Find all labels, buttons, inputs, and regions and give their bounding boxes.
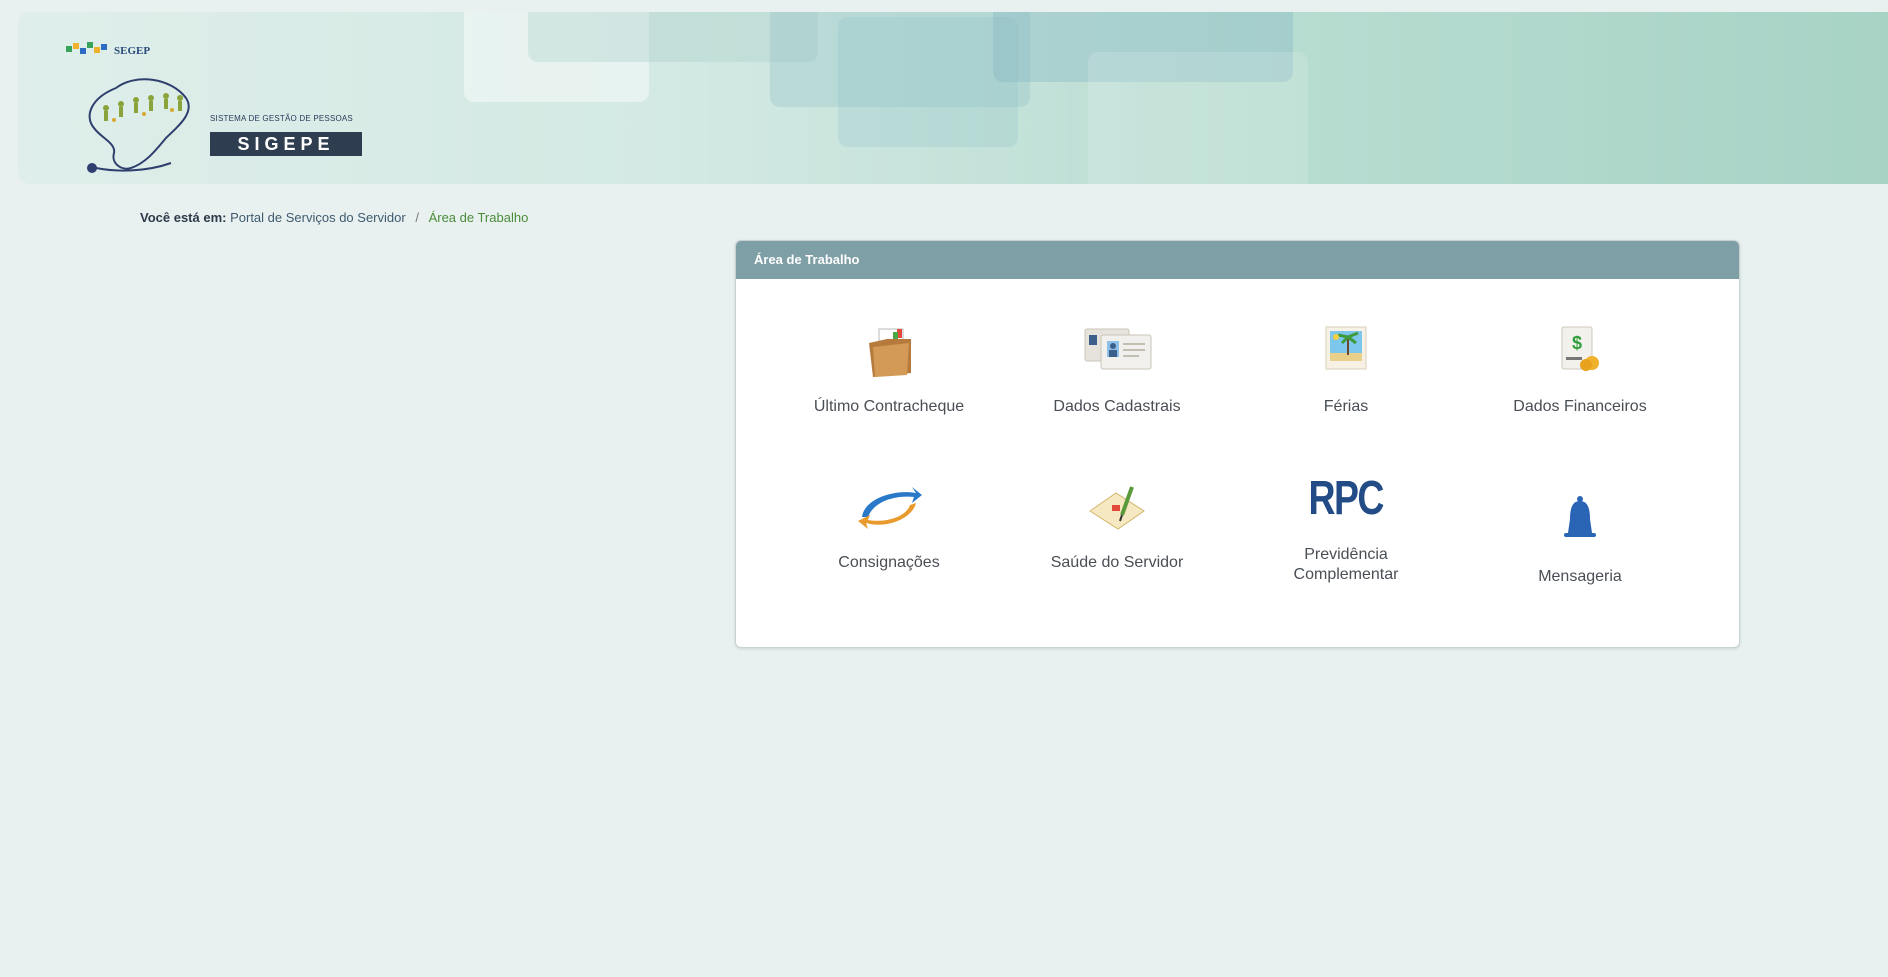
tile-ferias[interactable]: Férias: [1231, 321, 1461, 417]
tile-previdencia-complementar[interactable]: RPC Previdência Complementar: [1231, 469, 1461, 585]
rpc-icon-text: RPC: [1308, 472, 1385, 525]
beach-photo-icon: [1231, 321, 1461, 381]
tile-ultimo-contracheque[interactable]: Último Contracheque: [774, 321, 1004, 417]
exchange-arrows-icon: [774, 477, 1004, 537]
segep-logo-icon: [66, 42, 107, 54]
folder-document-icon: [774, 321, 1004, 381]
dollar-money-icon: $: [1465, 321, 1695, 381]
tile-label: Mensageria: [1538, 568, 1622, 585]
health-form-icon: [1002, 477, 1232, 537]
system-subtitle: SISTEMA DE GESTÃO DE PESSOAS: [210, 114, 353, 123]
breadcrumb-separator: /: [415, 210, 419, 225]
tile-label: Previdência Complementar: [1293, 546, 1399, 583]
bell-icon: [1465, 491, 1695, 551]
svg-text:$: $: [1572, 333, 1582, 353]
segep-brand: SEGEP: [114, 45, 151, 57]
tile-label: Último Contracheque: [813, 398, 965, 415]
breadcrumb-lead: Você está em:: [140, 210, 227, 225]
brazil-map-people-icon: [87, 78, 190, 173]
tile-label: Saúde do Servidor: [1050, 554, 1184, 571]
rpc-icon: RPC: [1231, 469, 1461, 529]
header-banner: SEGEP SISTEMA DE GESTÃO DE PESSOAS SIGEP…: [18, 12, 1888, 184]
tile-mensageria[interactable]: Mensageria: [1465, 491, 1695, 587]
tile-label: Consignações: [838, 554, 940, 571]
tile-dados-financeiros[interactable]: $ Dados Financeiros: [1465, 321, 1695, 417]
tile-saude-do-servidor[interactable]: Saúde do Servidor: [1002, 477, 1232, 573]
breadcrumb-item-portal[interactable]: Portal de Serviços do Servidor: [230, 210, 406, 225]
id-cards-icon: [1002, 321, 1232, 381]
tile-dados-cadastrais[interactable]: Dados Cadastrais: [1002, 321, 1232, 417]
sigepe-logo[interactable]: SEGEP SISTEMA DE GESTÃO DE PESSOAS SIGEP…: [46, 26, 386, 176]
area-de-trabalho-panel: Área de Trabalho Último Contracheque Dad…: [735, 240, 1740, 648]
tile-label: Dados Financeiros: [1513, 398, 1647, 415]
tile-label: Férias: [1323, 398, 1369, 415]
page: SEGEP SISTEMA DE GESTÃO DE PESSOAS SIGEP…: [0, 0, 1888, 977]
system-name: SIGEPE: [210, 132, 362, 156]
tile-label: Dados Cadastrais: [1053, 398, 1181, 415]
breadcrumb-item-current: Área de Trabalho: [428, 210, 529, 225]
panel-title: Área de Trabalho: [736, 241, 1739, 279]
tile-consignacoes[interactable]: Consignações: [774, 477, 1004, 573]
services-grid: Último Contracheque Dados Cadastrais Fér…: [736, 279, 1739, 647]
breadcrumb: Você está em: Portal de Serviços do Serv…: [140, 210, 528, 225]
